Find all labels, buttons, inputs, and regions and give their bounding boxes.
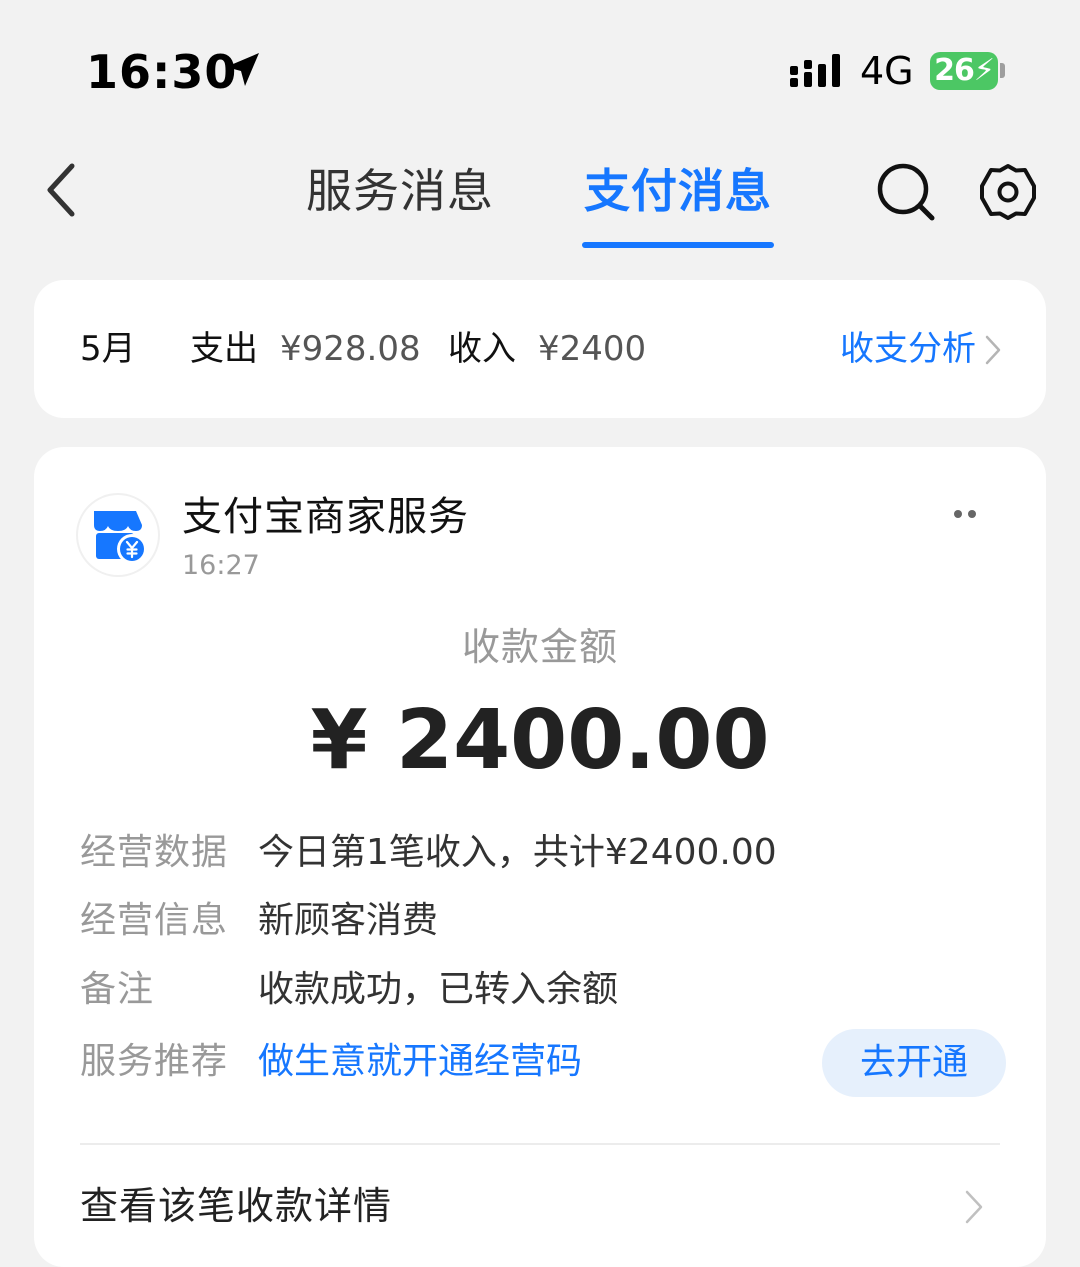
tab-service-messages[interactable]: 服务消息: [306, 162, 494, 220]
search-icon[interactable]: [874, 160, 938, 224]
income-value: ¥2400: [538, 329, 647, 369]
detail-row-remark: 备注 收款成功，已转入余额: [80, 966, 1010, 1026]
divider: [80, 1143, 1000, 1145]
detail-row-business-data: 经营数据 今日第1笔收入，共计¥2400.00: [80, 829, 1010, 889]
merchant-avatar: [78, 495, 158, 575]
chevron-left-icon[interactable]: [40, 160, 84, 220]
detail-label: 经营数据: [80, 832, 229, 873]
battery-level: 26: [934, 53, 975, 88]
charging-icon: ⚡: [973, 53, 995, 88]
detail-label: 服务推荐: [80, 1041, 229, 1082]
payment-message-card: 支付宝商家服务 16:27 收款金额 ¥ 2400.00 经营数据 今日第1笔收…: [34, 447, 1046, 1267]
tab-payment-messages[interactable]: 支付消息: [584, 162, 772, 220]
amount-label: 收款金额: [461, 625, 618, 669]
message-time: 16:27: [182, 550, 260, 581]
network-type: 4G: [860, 49, 914, 93]
chevron-right-icon[interactable]: [964, 1189, 984, 1225]
gear-icon[interactable]: [978, 162, 1038, 222]
merchant-name: 支付宝商家服务: [182, 494, 469, 540]
active-tab-indicator: [582, 242, 774, 248]
detail-value: 新顾客消费: [258, 900, 439, 941]
activate-button[interactable]: 去开通: [822, 1029, 1006, 1097]
detail-value: 收款成功，已转入余额: [258, 969, 619, 1010]
summary-month: 5月: [80, 329, 136, 369]
expense-label: 支出: [190, 329, 258, 369]
business-code-link[interactable]: 做生意就开通经营码: [258, 1038, 582, 1086]
amount-value: ¥ 2400.00: [310, 693, 770, 788]
monthly-summary-card: 5月 支出 ¥928.08 收入 ¥2400 收支分析: [34, 280, 1046, 418]
detail-row-business-info: 经营信息 新顾客消费: [80, 897, 1010, 957]
battery-cap: [1000, 63, 1005, 78]
detail-value: 今日第1笔收入，共计¥2400.00: [258, 832, 777, 873]
detail-label: 备注: [80, 969, 155, 1010]
battery-indicator: 26⚡: [930, 52, 998, 90]
status-bar: 16:30 4G 26⚡: [0, 0, 1080, 140]
detail-label: 经营信息: [80, 900, 229, 941]
chevron-right-icon[interactable]: [984, 334, 1002, 366]
view-payment-details-link[interactable]: 查看该笔收款详情: [80, 1181, 392, 1231]
expense-value: ¥928.08: [280, 329, 421, 369]
location-arrow-icon: [226, 53, 259, 86]
income-expense-analysis-link[interactable]: 收支分析: [840, 328, 976, 370]
more-icon[interactable]: [950, 505, 980, 523]
signal-icon: [790, 54, 840, 87]
status-time: 16:30: [86, 45, 238, 99]
income-label: 收入: [448, 329, 516, 369]
store-icon: [94, 511, 147, 564]
